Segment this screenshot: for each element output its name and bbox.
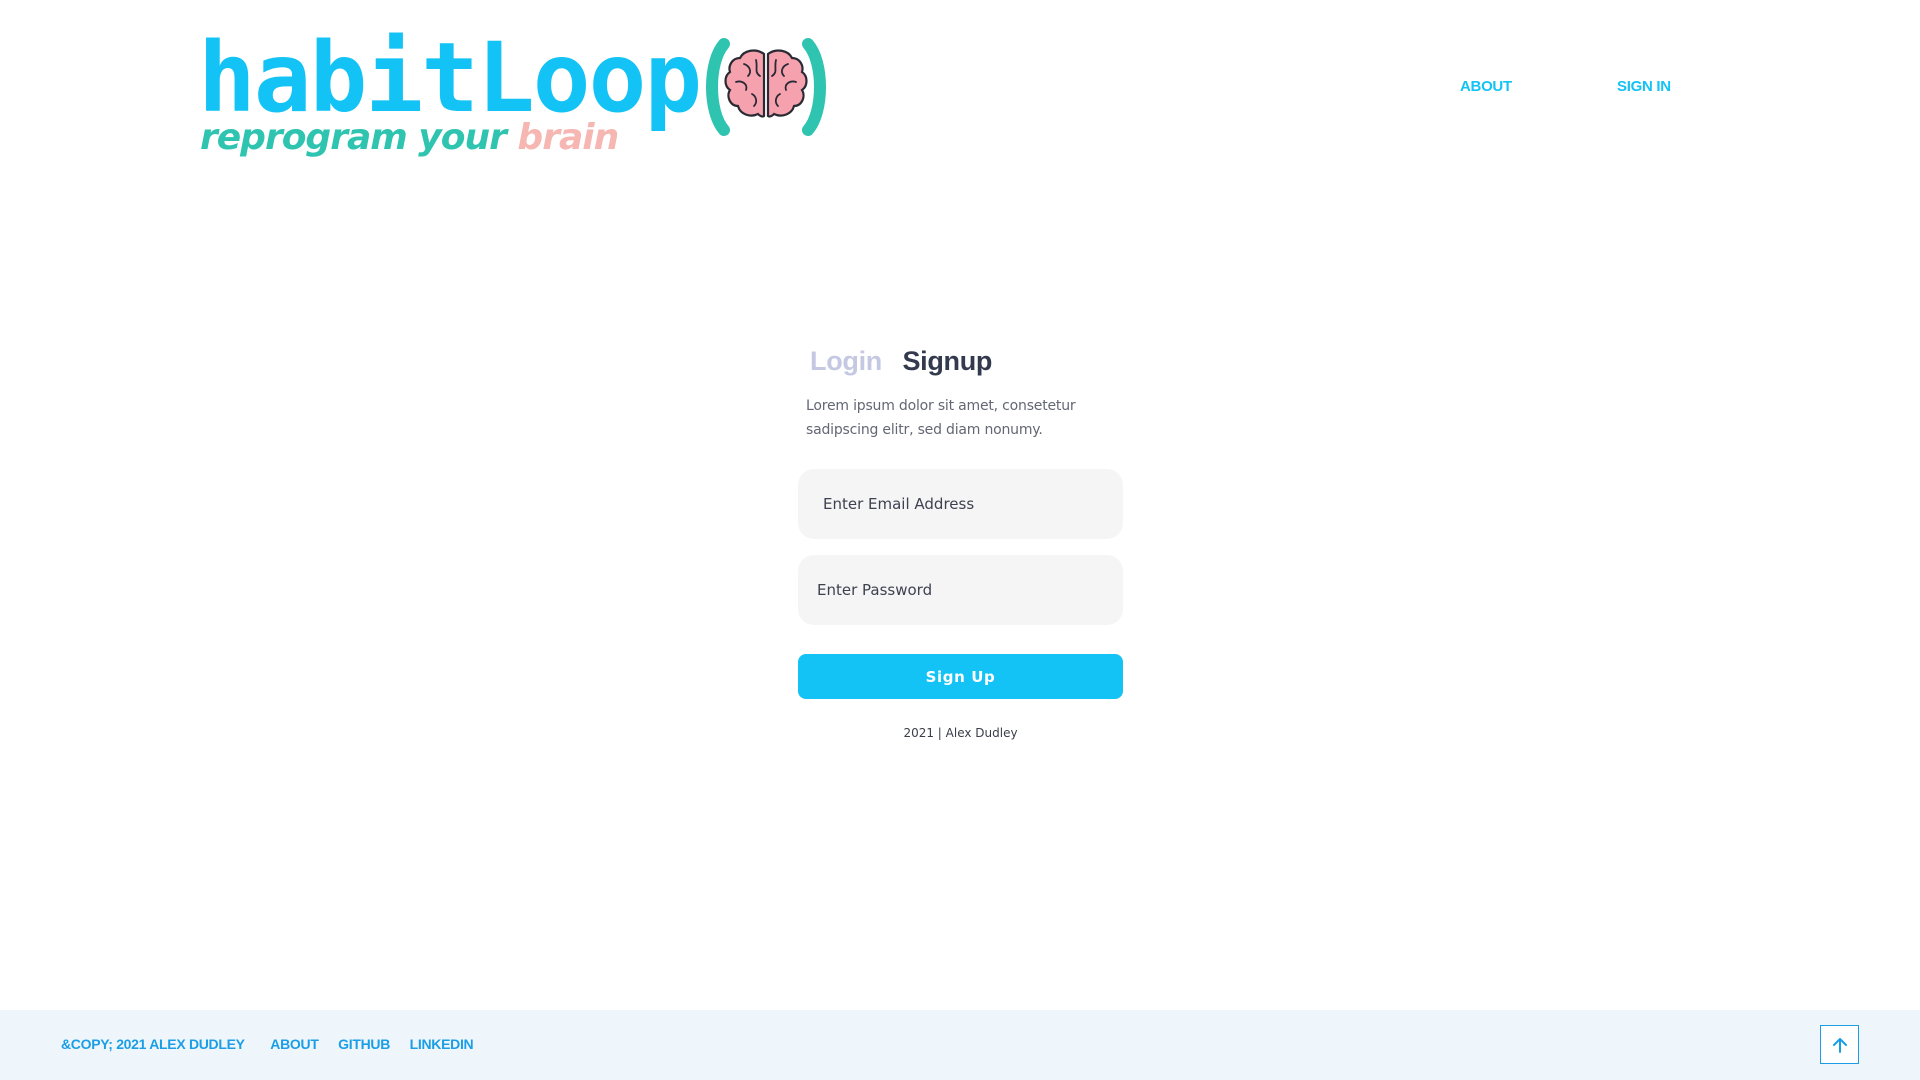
footer: &COPY; 2021 ALEX DUDLEY ABOUT GITHUB LIN…	[0, 1010, 1920, 1080]
password-field-container	[798, 555, 1123, 625]
tagline-part1: reprogram your	[200, 117, 507, 158]
nav-sign-in-link[interactable]: SIGN IN	[1617, 78, 1671, 95]
footer-linkedin-link[interactable]: LINKEDIN	[410, 1036, 474, 1052]
footer-copyright: &COPY; 2021 ALEX DUDLEY	[61, 1036, 245, 1052]
footer-github-link[interactable]: GITHUB	[338, 1036, 390, 1052]
footer-links: &COPY; 2021 ALEX DUDLEY ABOUT GITHUB LIN…	[61, 1036, 489, 1052]
tab-signup[interactable]: Signup	[902, 346, 992, 377]
tagline-part2: brain	[517, 117, 619, 158]
nav-about-link[interactable]: ABOUT	[1460, 78, 1512, 95]
password-input[interactable]	[798, 555, 1123, 625]
sign-up-button[interactable]: Sign Up	[798, 654, 1123, 699]
auth-credit: 2021 | Alex Dudley	[903, 726, 1018, 740]
tab-login[interactable]: Login	[810, 346, 882, 377]
top-nav: ABOUT SIGN IN	[0, 78, 1920, 104]
tagline: reprogram your brain	[200, 117, 619, 158]
auth-description: Lorem ipsum dolor sit amet, consetetur s…	[806, 398, 1076, 438]
email-input[interactable]	[798, 469, 1123, 539]
back-to-top-button[interactable]	[1820, 1025, 1859, 1064]
auth-tabs: Login Signup	[810, 346, 1008, 377]
email-field-container	[798, 469, 1123, 539]
footer-about-link[interactable]: ABOUT	[270, 1036, 319, 1052]
arrow-up-icon	[1832, 1037, 1847, 1053]
